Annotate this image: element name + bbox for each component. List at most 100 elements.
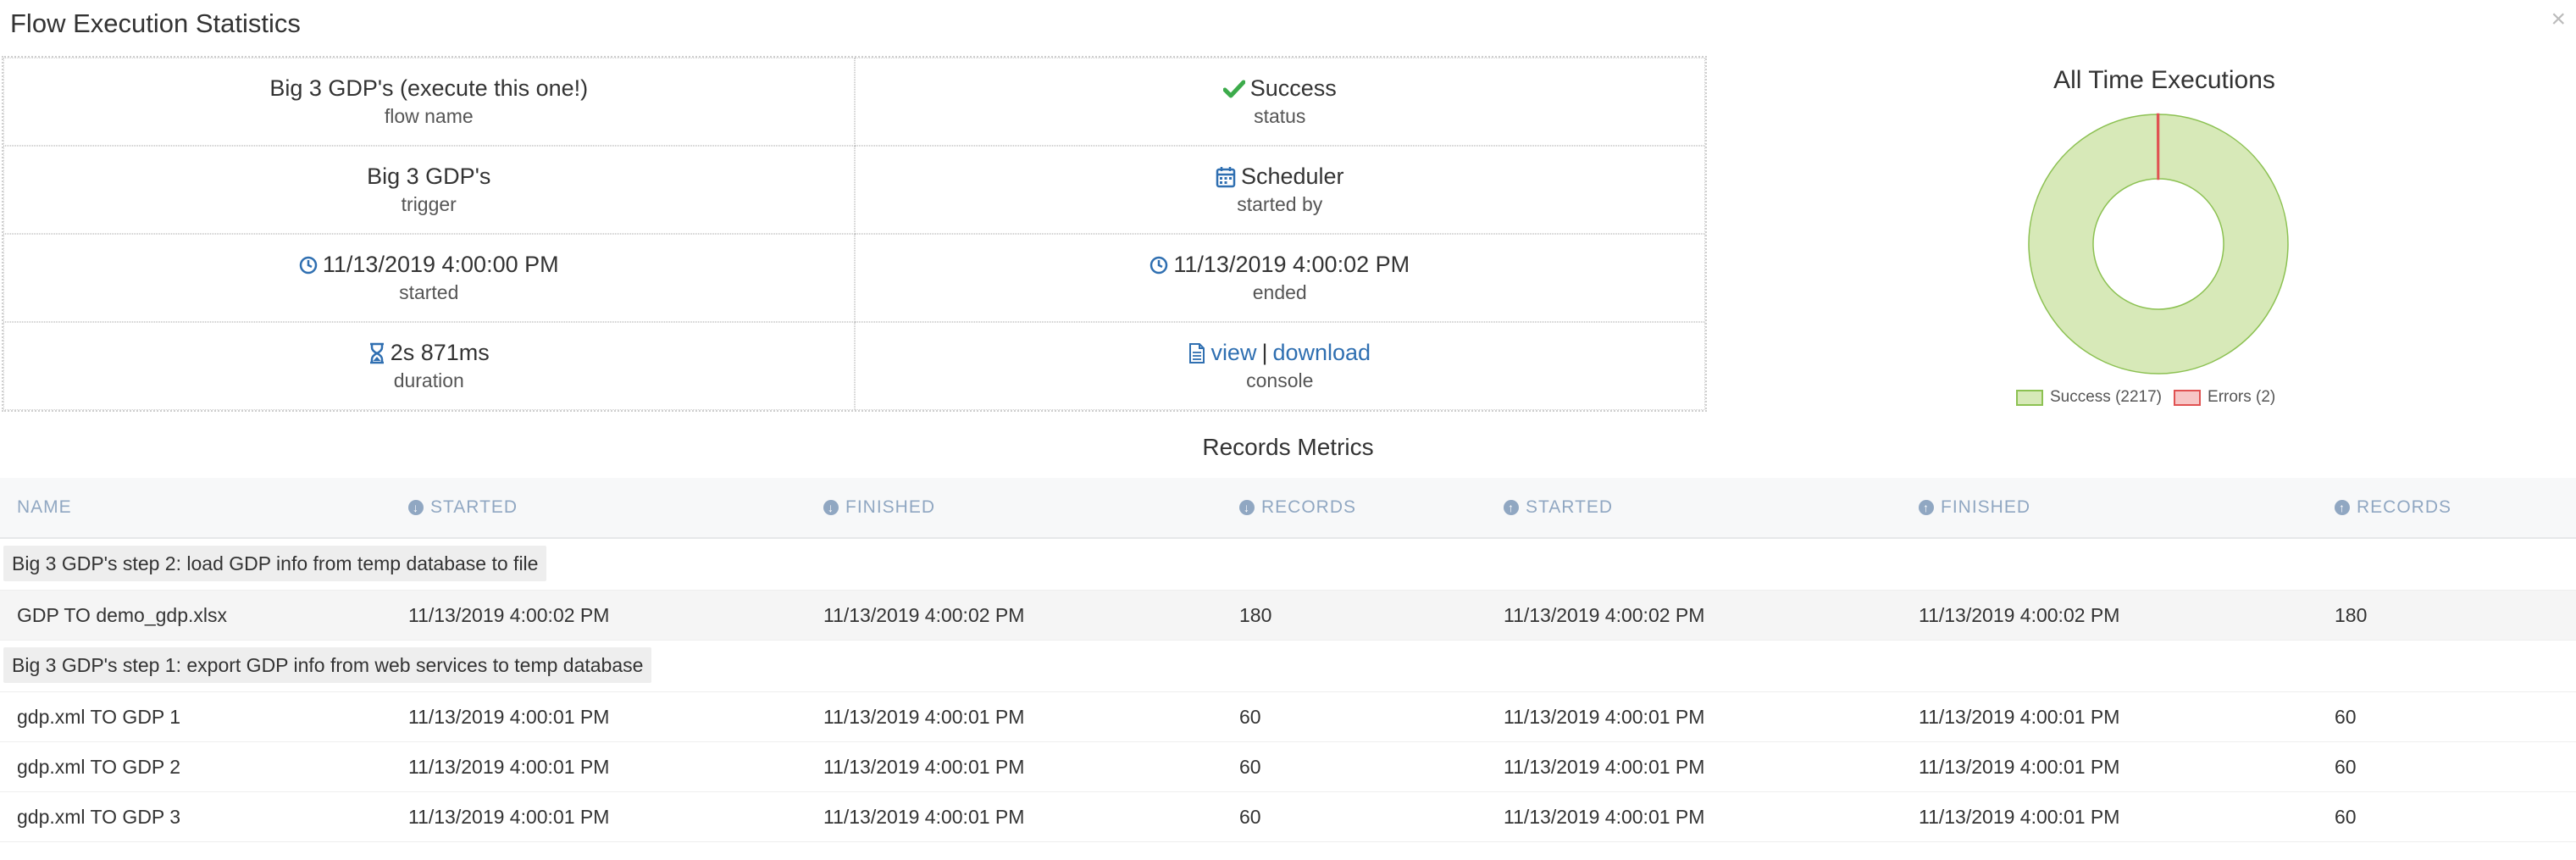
cell-finished-2: 11/13/2019 4:00:01 PM [1919, 706, 2120, 728]
cell-started: 11/13/2019 4:00:01 PM [408, 706, 610, 728]
table-row[interactable]: GDP TO demo_gdp.xlsx 11/13/2019 4:00:02 … [0, 591, 2576, 641]
started-value: 11/13/2019 4:00:00 PM [322, 252, 559, 277]
legend-swatch-success [2016, 389, 2043, 406]
cell-records-2: 180 [2335, 604, 2368, 626]
col-header-started-label: STARTED [430, 497, 518, 517]
arrow-down-icon: ↓ [823, 500, 839, 515]
legend-swatch-errors [2174, 389, 2202, 406]
cell-finished-2: 11/13/2019 4:00:02 PM [1919, 604, 2120, 626]
cell-finished-2: 11/13/2019 4:00:01 PM [1919, 806, 2120, 828]
col-header-finished-2[interactable]: ↑ FINISHED [1919, 478, 2030, 537]
arrow-up-icon: ↑ [1504, 500, 1519, 515]
cell-name: gdp.xml TO GDP 1 [17, 706, 181, 728]
cell-name: gdp.xml TO GDP 2 [17, 756, 181, 778]
group-row: Big 3 GDP's step 2: load GDP info from t… [0, 539, 2576, 591]
legend-item-success[interactable]: Success (2217) [2016, 388, 2162, 407]
stat-trigger: Big 3 GDP's trigger [3, 146, 855, 234]
cell-finished: 11/13/2019 4:00:01 PM [823, 756, 1025, 778]
records-title: Records Metrics [1202, 434, 1374, 460]
chart-legend: Success (2217) Errors (2) [2016, 388, 2355, 407]
table-row[interactable]: gdp.xml TO GDP 3 11/13/2019 4:00:01 PM 1… [0, 792, 2576, 842]
checkmark-icon [1222, 80, 1245, 98]
cell-finished: 11/13/2019 4:00:01 PM [823, 706, 1025, 728]
group-row: Big 3 GDP's step 1: export GDP info from… [0, 641, 2576, 692]
arrow-up-icon: ↑ [2335, 500, 2350, 515]
legend-item-errors[interactable]: Errors (2) [2174, 388, 2275, 407]
cell-started-2: 11/13/2019 4:00:01 PM [1504, 806, 1705, 828]
stat-duration: 2s 871ms duration [3, 322, 855, 410]
stat-console: view | download console [854, 322, 1705, 410]
document-icon [1188, 342, 1205, 364]
console-separator: | [1261, 340, 1268, 365]
arrow-down-icon: ↓ [1239, 500, 1255, 515]
group-label: Big 3 GDP's step 1: export GDP info from… [3, 647, 652, 683]
arrow-down-icon: ↓ [408, 500, 424, 515]
arrow-up-icon: ↑ [1919, 500, 1934, 515]
status-value: Success [1249, 75, 1337, 101]
cell-records-2: 60 [2335, 756, 2357, 778]
cell-records-2: 60 [2335, 706, 2357, 728]
console-label: console [1246, 369, 1314, 391]
cell-name: gdp.xml TO GDP 3 [17, 806, 181, 828]
duration-value: 2s 871ms [390, 340, 490, 365]
stat-status: Success status [854, 58, 1705, 146]
col-header-name-label: NAME [17, 497, 72, 517]
records-table: NAME ↓ STARTED ↓ FINISHED ↓ RECORDS ↑ ST… [0, 478, 2576, 842]
cell-started: 11/13/2019 4:00:01 PM [408, 806, 610, 828]
table-header: NAME ↓ STARTED ↓ FINISHED ↓ RECORDS ↑ ST… [0, 478, 2576, 539]
legend-label-errors: Errors (2) [2208, 388, 2276, 406]
col-header-finished[interactable]: ↓ FINISHED [823, 478, 935, 537]
trigger-label: trigger [401, 193, 457, 215]
col-header-finished-label: FINISHED [845, 497, 936, 517]
col-header-finished-2-label: FINISHED [1941, 497, 2031, 517]
cell-started-2: 11/13/2019 4:00:01 PM [1504, 706, 1705, 728]
started-label: started [399, 281, 459, 303]
col-header-name[interactable]: NAME [17, 478, 72, 537]
stats-grid: Big 3 GDP's (execute this one!) flow nam… [2, 56, 1707, 412]
executions-chart: All Time Executions Success (2217) Error… [1974, 59, 2355, 415]
trigger-value: Big 3 GDP's [367, 164, 491, 189]
col-header-started-2-label: STARTED [1526, 497, 1614, 517]
col-header-records-2[interactable]: ↑ RECORDS [2335, 478, 2451, 537]
cell-finished: 11/13/2019 4:00:02 PM [823, 604, 1025, 626]
dialog-header: Flow Execution Statistics × [0, 0, 2576, 54]
cell-records-2: 60 [2335, 806, 2357, 828]
cell-started: 11/13/2019 4:00:02 PM [408, 604, 610, 626]
ended-label: ended [1252, 281, 1307, 303]
console-download-link[interactable]: download [1272, 340, 1371, 366]
col-header-started[interactable]: ↓ STARTED [408, 478, 518, 537]
flow-name-value: Big 3 GDP's (execute this one!) [269, 75, 589, 101]
cell-records: 60 [1239, 806, 1261, 828]
cell-finished-2: 11/13/2019 4:00:01 PM [1919, 756, 2120, 778]
dialog-title: Flow Execution Statistics [10, 8, 301, 38]
col-header-records-label: RECORDS [1261, 497, 1357, 517]
calendar-icon [1216, 166, 1236, 188]
clock-icon [299, 256, 318, 275]
col-header-records-2-label: RECORDS [2357, 497, 2452, 517]
cell-started: 11/13/2019 4:00:01 PM [408, 756, 610, 778]
started-by-label: started by [1237, 193, 1323, 215]
legend-label-success: Success (2217) [2050, 388, 2163, 406]
cell-started-2: 11/13/2019 4:00:02 PM [1504, 604, 1705, 626]
close-button[interactable]: × [2551, 7, 2566, 32]
status-label: status [1254, 105, 1306, 127]
ended-value: 11/13/2019 4:00:02 PM [1173, 252, 1410, 277]
cell-started-2: 11/13/2019 4:00:01 PM [1504, 756, 1705, 778]
cell-records: 60 [1239, 706, 1261, 728]
started-by-value: Scheduler [1240, 164, 1344, 189]
cell-finished: 11/13/2019 4:00:01 PM [823, 806, 1025, 828]
stat-ended: 11/13/2019 4:00:02 PM ended [854, 234, 1705, 322]
group-label: Big 3 GDP's step 2: load GDP info from t… [3, 546, 547, 581]
table-row[interactable]: gdp.xml TO GDP 1 11/13/2019 4:00:01 PM 1… [0, 692, 2576, 742]
duration-label: duration [393, 369, 464, 391]
console-view-link[interactable]: view [1210, 340, 1256, 366]
flow-name-label: flow name [384, 105, 474, 127]
cell-records: 180 [1239, 604, 1272, 626]
col-header-started-2[interactable]: ↑ STARTED [1504, 478, 1613, 537]
clock-icon [1150, 256, 1168, 275]
stat-started-by: Scheduler started by [854, 146, 1705, 234]
hourglass-icon [368, 342, 385, 364]
col-header-records[interactable]: ↓ RECORDS [1239, 478, 1356, 537]
stat-started: 11/13/2019 4:00:00 PM started [3, 234, 855, 322]
table-row[interactable]: gdp.xml TO GDP 2 11/13/2019 4:00:01 PM 1… [0, 742, 2576, 792]
